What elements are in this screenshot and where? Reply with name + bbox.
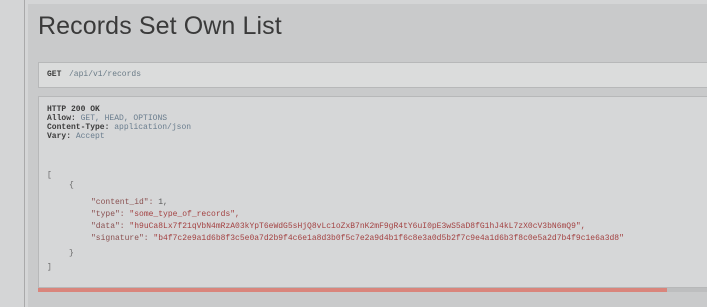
response-status: HTTP 200 OK [47, 105, 100, 114]
header-value: application/json [114, 123, 192, 132]
scrollbar-thumb[interactable] [38, 288, 667, 292]
json-key: "data": [91, 222, 125, 231]
response-header-allow: Allow: GET, HEAD, OPTIONS [47, 114, 167, 123]
json-field-data: "data": "h9uCa8Lx7f21qVbN4mRzA03kYpT6eWd… [91, 222, 586, 231]
page-title: Records Set Own List [38, 12, 282, 40]
header-name: Allow: [47, 114, 76, 123]
left-divider [24, 0, 25, 307]
json-open-brace: { [69, 181, 74, 190]
json-close-bracket: ] [47, 263, 52, 272]
response-header-vary: Vary: Accept [47, 132, 105, 141]
request-method: GET [47, 70, 62, 79]
json-key: "type": [91, 210, 125, 219]
json-key: "signature": [91, 234, 149, 243]
json-value: "b4f7c2e9a1d6b8f3c5e0a7d2b9f4c6e1a8d3b0f… [153, 234, 624, 243]
json-close-brace: } [69, 249, 74, 258]
request-url[interactable]: /api/v1/records [69, 70, 141, 79]
json-value: "some_type_of_records", [129, 210, 240, 219]
request-bar: GET /api/v1/records [38, 62, 707, 88]
header-name: Content-Type: [47, 123, 110, 132]
json-field-content-id: "content_id": 1, [91, 198, 168, 207]
json-open-bracket: [ [47, 171, 52, 180]
main-panel: Records Set Own List GET /api/v1/records… [28, 4, 707, 307]
json-field-signature: "signature": "b4f7c2e9a1d6b8f3c5e0a7d2b9… [91, 234, 624, 243]
response-header-content-type: Content-Type: application/json [47, 123, 191, 132]
header-value: Accept [75, 132, 105, 141]
json-value: "h9uCa8Lx7f21qVbN4mRzA03kYpT6eWdG5sHjQ8v… [129, 222, 586, 231]
json-field-type: "type": "some_type_of_records", [91, 210, 240, 219]
json-value: 1, [158, 198, 168, 207]
json-key: "content_id": [91, 198, 154, 207]
header-value: GET, HEAD, OPTIONS [80, 114, 168, 123]
response-panel: HTTP 200 OK Allow: GET, HEAD, OPTIONS Co… [38, 96, 707, 288]
horizontal-scrollbar[interactable] [38, 288, 707, 292]
header-name: Vary: [47, 132, 72, 141]
